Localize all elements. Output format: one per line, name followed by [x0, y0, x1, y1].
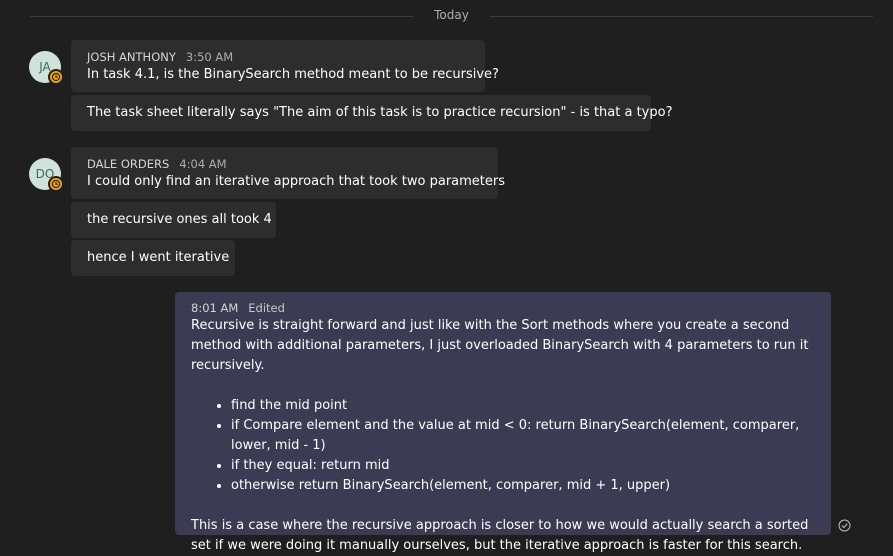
- edited-label: Edited: [248, 301, 285, 315]
- bullet-item: if they equal: return mid: [231, 456, 815, 476]
- message-bubble[interactable]: DALE ORDERS 4:04 AM I could only find an …: [71, 147, 506, 199]
- message-bubble[interactable]: the recursive ones all took 4: [71, 202, 276, 238]
- message-bubble[interactable]: hence I went iterative: [71, 240, 235, 276]
- sender-name[interactable]: DALE ORDERS: [87, 157, 169, 171]
- message-header: DALE ORDERS 4:04 AM: [87, 156, 482, 172]
- away-clock-icon: [48, 176, 64, 192]
- message-paragraph: This is a case where the recursive appro…: [191, 518, 809, 553]
- message-time: 4:04 AM: [179, 157, 227, 171]
- message-text: hence I went iterative: [87, 250, 230, 265]
- bullet-item: find the mid point: [231, 396, 815, 416]
- message-header: 8:01 AM Edited: [191, 300, 815, 316]
- message-text: In task 4.1, is the BinarySearch method …: [87, 67, 499, 82]
- bullet-item: if Compare element and the value at mid …: [231, 416, 815, 456]
- message-time: 3:50 AM: [185, 50, 234, 64]
- date-divider-label: Today: [434, 8, 469, 22]
- message-bubble[interactable]: The task sheet literally says "The aim o…: [71, 95, 673, 131]
- away-clock-icon: [48, 69, 64, 85]
- avatar-dale-orders[interactable]: DO: [29, 158, 64, 192]
- message-text: I could only find an iterative approach …: [87, 174, 506, 189]
- avatar-josh-anthony[interactable]: JA: [29, 51, 64, 85]
- message-time: 8:01 AM: [191, 301, 239, 315]
- message-header: JOSH ANTHONY 3:50 AM: [87, 49, 469, 65]
- message-text: The task sheet literally says "The aim o…: [87, 105, 673, 120]
- divider-line: [30, 16, 413, 17]
- seen-check-icon: [838, 519, 851, 532]
- chat-pane: Today JA JOSH ANTHONY 3:50 AM In task 4.1…: [0, 0, 893, 556]
- date-divider: Today: [30, 7, 873, 25]
- bullet-item: otherwise return BinarySearch(element, c…: [231, 476, 815, 496]
- divider-line: [490, 16, 873, 17]
- message-paragraph: Recursive is straight forward and just l…: [191, 318, 809, 373]
- my-message-bubble[interactable]: 8:01 AM Edited Recursive is straight forw…: [175, 292, 831, 553]
- message-bullet-list: find the mid point if Compare element an…: [191, 396, 815, 496]
- message-bubble[interactable]: JOSH ANTHONY 3:50 AM In task 4.1, is the …: [71, 40, 499, 92]
- sender-name[interactable]: JOSH ANTHONY: [87, 50, 176, 64]
- message-text: the recursive ones all took 4: [87, 212, 272, 227]
